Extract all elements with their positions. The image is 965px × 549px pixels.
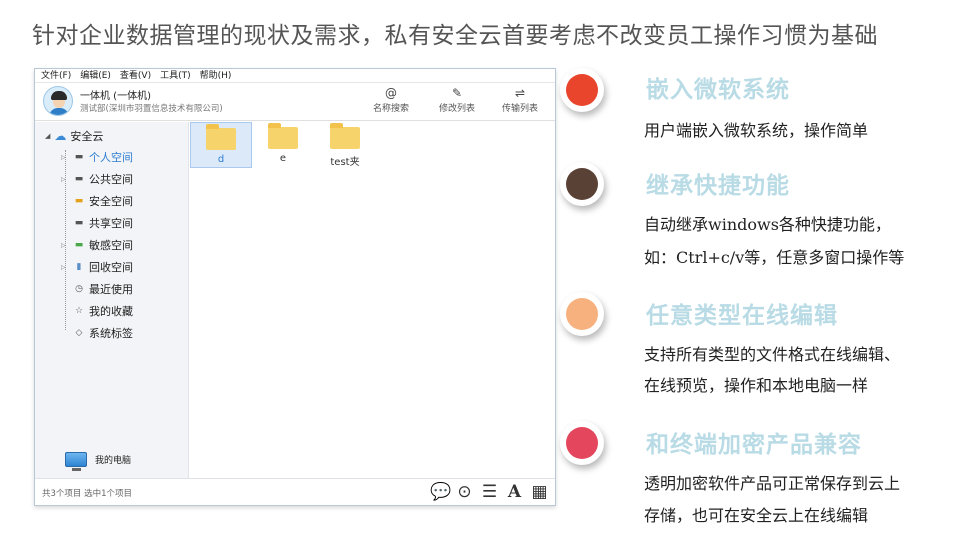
tag-icon: ◇ (75, 328, 83, 338)
sidebar-item-label: 我的收藏 (89, 305, 133, 318)
my-computer-label: 我的电脑 (95, 456, 132, 466)
sidebar-item-label: 安全空间 (89, 195, 133, 208)
edit-list-button[interactable]: ✎ 修改列表 (427, 86, 487, 114)
menu-file[interactable]: 文件(F) (41, 69, 71, 82)
at-icon: @ (385, 86, 397, 100)
my-computer-item[interactable]: 我的电脑 (65, 452, 132, 471)
feature-dot (560, 292, 604, 336)
sidebar-tree: ◢ ☁ 安全云 ▷ ▬ 个人空间 ▷ ▬ 公共空间 ▬ 安全空间 ▬ 共享空间 … (35, 122, 189, 479)
feature-desc-line: 存储，也可在安全云上在线编辑 (644, 506, 869, 525)
file-view: d e test夹 (190, 122, 555, 479)
menu-tools[interactable]: 工具(T) (160, 69, 191, 82)
folder-icon (206, 124, 236, 150)
sidebar-item-public[interactable]: ▷ ▬ 公共空间 (61, 171, 133, 187)
edit-icon: ✎ (451, 86, 463, 100)
comment-icon[interactable]: 💬 (430, 482, 451, 502)
sidebar-item-recent[interactable]: ◷ 最近使用 (61, 281, 133, 297)
transfer-icon: ⇌ (514, 86, 526, 100)
edit-list-label: 修改列表 (438, 104, 475, 114)
sidebar-item-label: 系统标签 (89, 327, 133, 340)
folder-name: test夹 (330, 157, 360, 168)
avatar[interactable] (43, 86, 73, 116)
lock-drive-icon: ▬ (74, 196, 84, 206)
folder-item[interactable]: d (190, 122, 252, 168)
sidebar-item-recycle[interactable]: ▷ ▮ 回收空间 (61, 259, 133, 275)
sidebar-item-sensitive[interactable]: ▷ ▬ 敏感空间 (61, 237, 133, 253)
list-view-icon[interactable]: ☰ (480, 482, 499, 502)
user-department: 测试部(深圳市羽置信息技术有限公司) (80, 104, 223, 114)
tree-root-secure-cloud[interactable]: ◢ ☁ 安全云 (45, 128, 103, 144)
folder-icon (268, 123, 298, 149)
preview-icon[interactable]: ⊙ (455, 482, 474, 502)
clock-icon: ◷ (75, 284, 83, 294)
sidebar-item-label: 个人空间 (89, 151, 133, 164)
expand-arrow-icon[interactable]: ▷ (61, 154, 71, 161)
page-headline: 针对企业数据管理的现状及需求，私有安全云首要考虑不改变员工操作习惯为基础 (32, 23, 878, 49)
sidebar-item-favorites[interactable]: ☆ 我的收藏 (61, 303, 133, 319)
feature-desc-line: 在线预览，操作和本地电脑一样 (644, 376, 869, 395)
folder-name: d (217, 154, 225, 165)
folder-item[interactable]: test夹 (314, 122, 376, 168)
sidebar-item-secure[interactable]: ▬ 安全空间 (61, 193, 133, 209)
menu-bar: 文件(F) 编辑(E) 查看(V) 工具(T) 帮助(H) (35, 69, 555, 83)
feature-title: 任意类型在线编辑 (646, 302, 838, 329)
feature-dot (560, 68, 604, 112)
transfer-list-button[interactable]: ⇌ 传输列表 (490, 86, 550, 114)
recycle-bin-icon: ▮ (76, 262, 82, 272)
grid-view-icon[interactable]: ▦ (530, 482, 549, 502)
sidebar-item-shared[interactable]: ▬ 共享空间 (61, 215, 133, 231)
name-search-label: 名称搜索 (372, 104, 409, 114)
feature-title: 和终端加密产品兼容 (646, 431, 862, 458)
cloud-icon: ☁ (54, 129, 67, 143)
feature-desc-line: 透明加密软件产品可正常保存到云上 (644, 474, 901, 493)
expand-arrow-icon[interactable]: ▷ (61, 242, 71, 249)
folder-name: e (279, 153, 287, 164)
user-name: 一体机 (一体机) (80, 91, 151, 102)
feature-desc-line: 如：Ctrl+c/v等，任意多窗口操作等 (644, 248, 905, 267)
folder-icon (330, 123, 360, 149)
menu-view[interactable]: 查看(V) (120, 69, 151, 82)
menu-edit[interactable]: 编辑(E) (80, 69, 111, 82)
dot-marker (566, 168, 598, 200)
feature-desc-line: 用户端嵌入微软系统，操作简单 (644, 121, 869, 140)
computer-icon (65, 452, 87, 471)
feature-desc-line: 自动继承windows各种快捷功能， (644, 215, 891, 234)
feature-desc-line: 支持所有类型的文件格式在线编辑、 (644, 345, 901, 364)
expand-caret-icon[interactable]: ◢ (45, 132, 50, 140)
app-window: 文件(F) 编辑(E) 查看(V) 工具(T) 帮助(H) 一体机 (一体机) … (34, 68, 556, 506)
status-bar: 共3个项目 选中1个项目 💬 ⊙ ☰ A ▦ (35, 478, 555, 505)
name-search-button[interactable]: @ 名称搜索 (361, 86, 421, 114)
star-icon: ☆ (74, 306, 84, 316)
font-icon[interactable]: A (505, 482, 524, 502)
sidebar-item-label: 公共空间 (89, 173, 133, 186)
sidebar-item-label: 最近使用 (89, 283, 133, 296)
dot-marker (566, 427, 598, 459)
tree-root-label: 安全云 (70, 130, 104, 143)
dot-marker (566, 74, 598, 106)
sidebar-item-label: 敏感空间 (89, 239, 133, 252)
sidebar-item-label: 共享空间 (89, 217, 133, 230)
drive-icon: ▬ (74, 218, 84, 228)
folder-item[interactable]: e (252, 122, 314, 168)
status-text: 共3个项目 选中1个项目 (42, 489, 133, 499)
sidebar-item-tags[interactable]: ◇ 系统标签 (61, 325, 133, 341)
transfer-list-label: 传输列表 (501, 104, 538, 114)
user-toolbar: 一体机 (一体机) 测试部(深圳市羽置信息技术有限公司) @ 名称搜索 ✎ 修改… (35, 83, 555, 121)
drive-icon: ▬ (74, 152, 84, 162)
view-controls: 💬 ⊙ ☰ A ▦ (430, 482, 549, 502)
feature-title: 继承快捷功能 (646, 172, 790, 199)
menu-help[interactable]: 帮助(H) (200, 69, 232, 82)
dot-marker (566, 298, 598, 330)
feature-dot (560, 162, 604, 206)
feature-title: 嵌入微软系统 (646, 76, 790, 103)
sensitive-drive-icon: ▬ (74, 240, 84, 250)
drive-icon: ▬ (74, 174, 84, 184)
expand-arrow-icon[interactable]: ▷ (61, 176, 71, 183)
expand-arrow-icon[interactable]: ▷ (61, 264, 71, 271)
sidebar-item-label: 回收空间 (89, 261, 133, 274)
feature-dot (560, 421, 604, 465)
sidebar-item-personal[interactable]: ▷ ▬ 个人空间 (61, 149, 133, 165)
